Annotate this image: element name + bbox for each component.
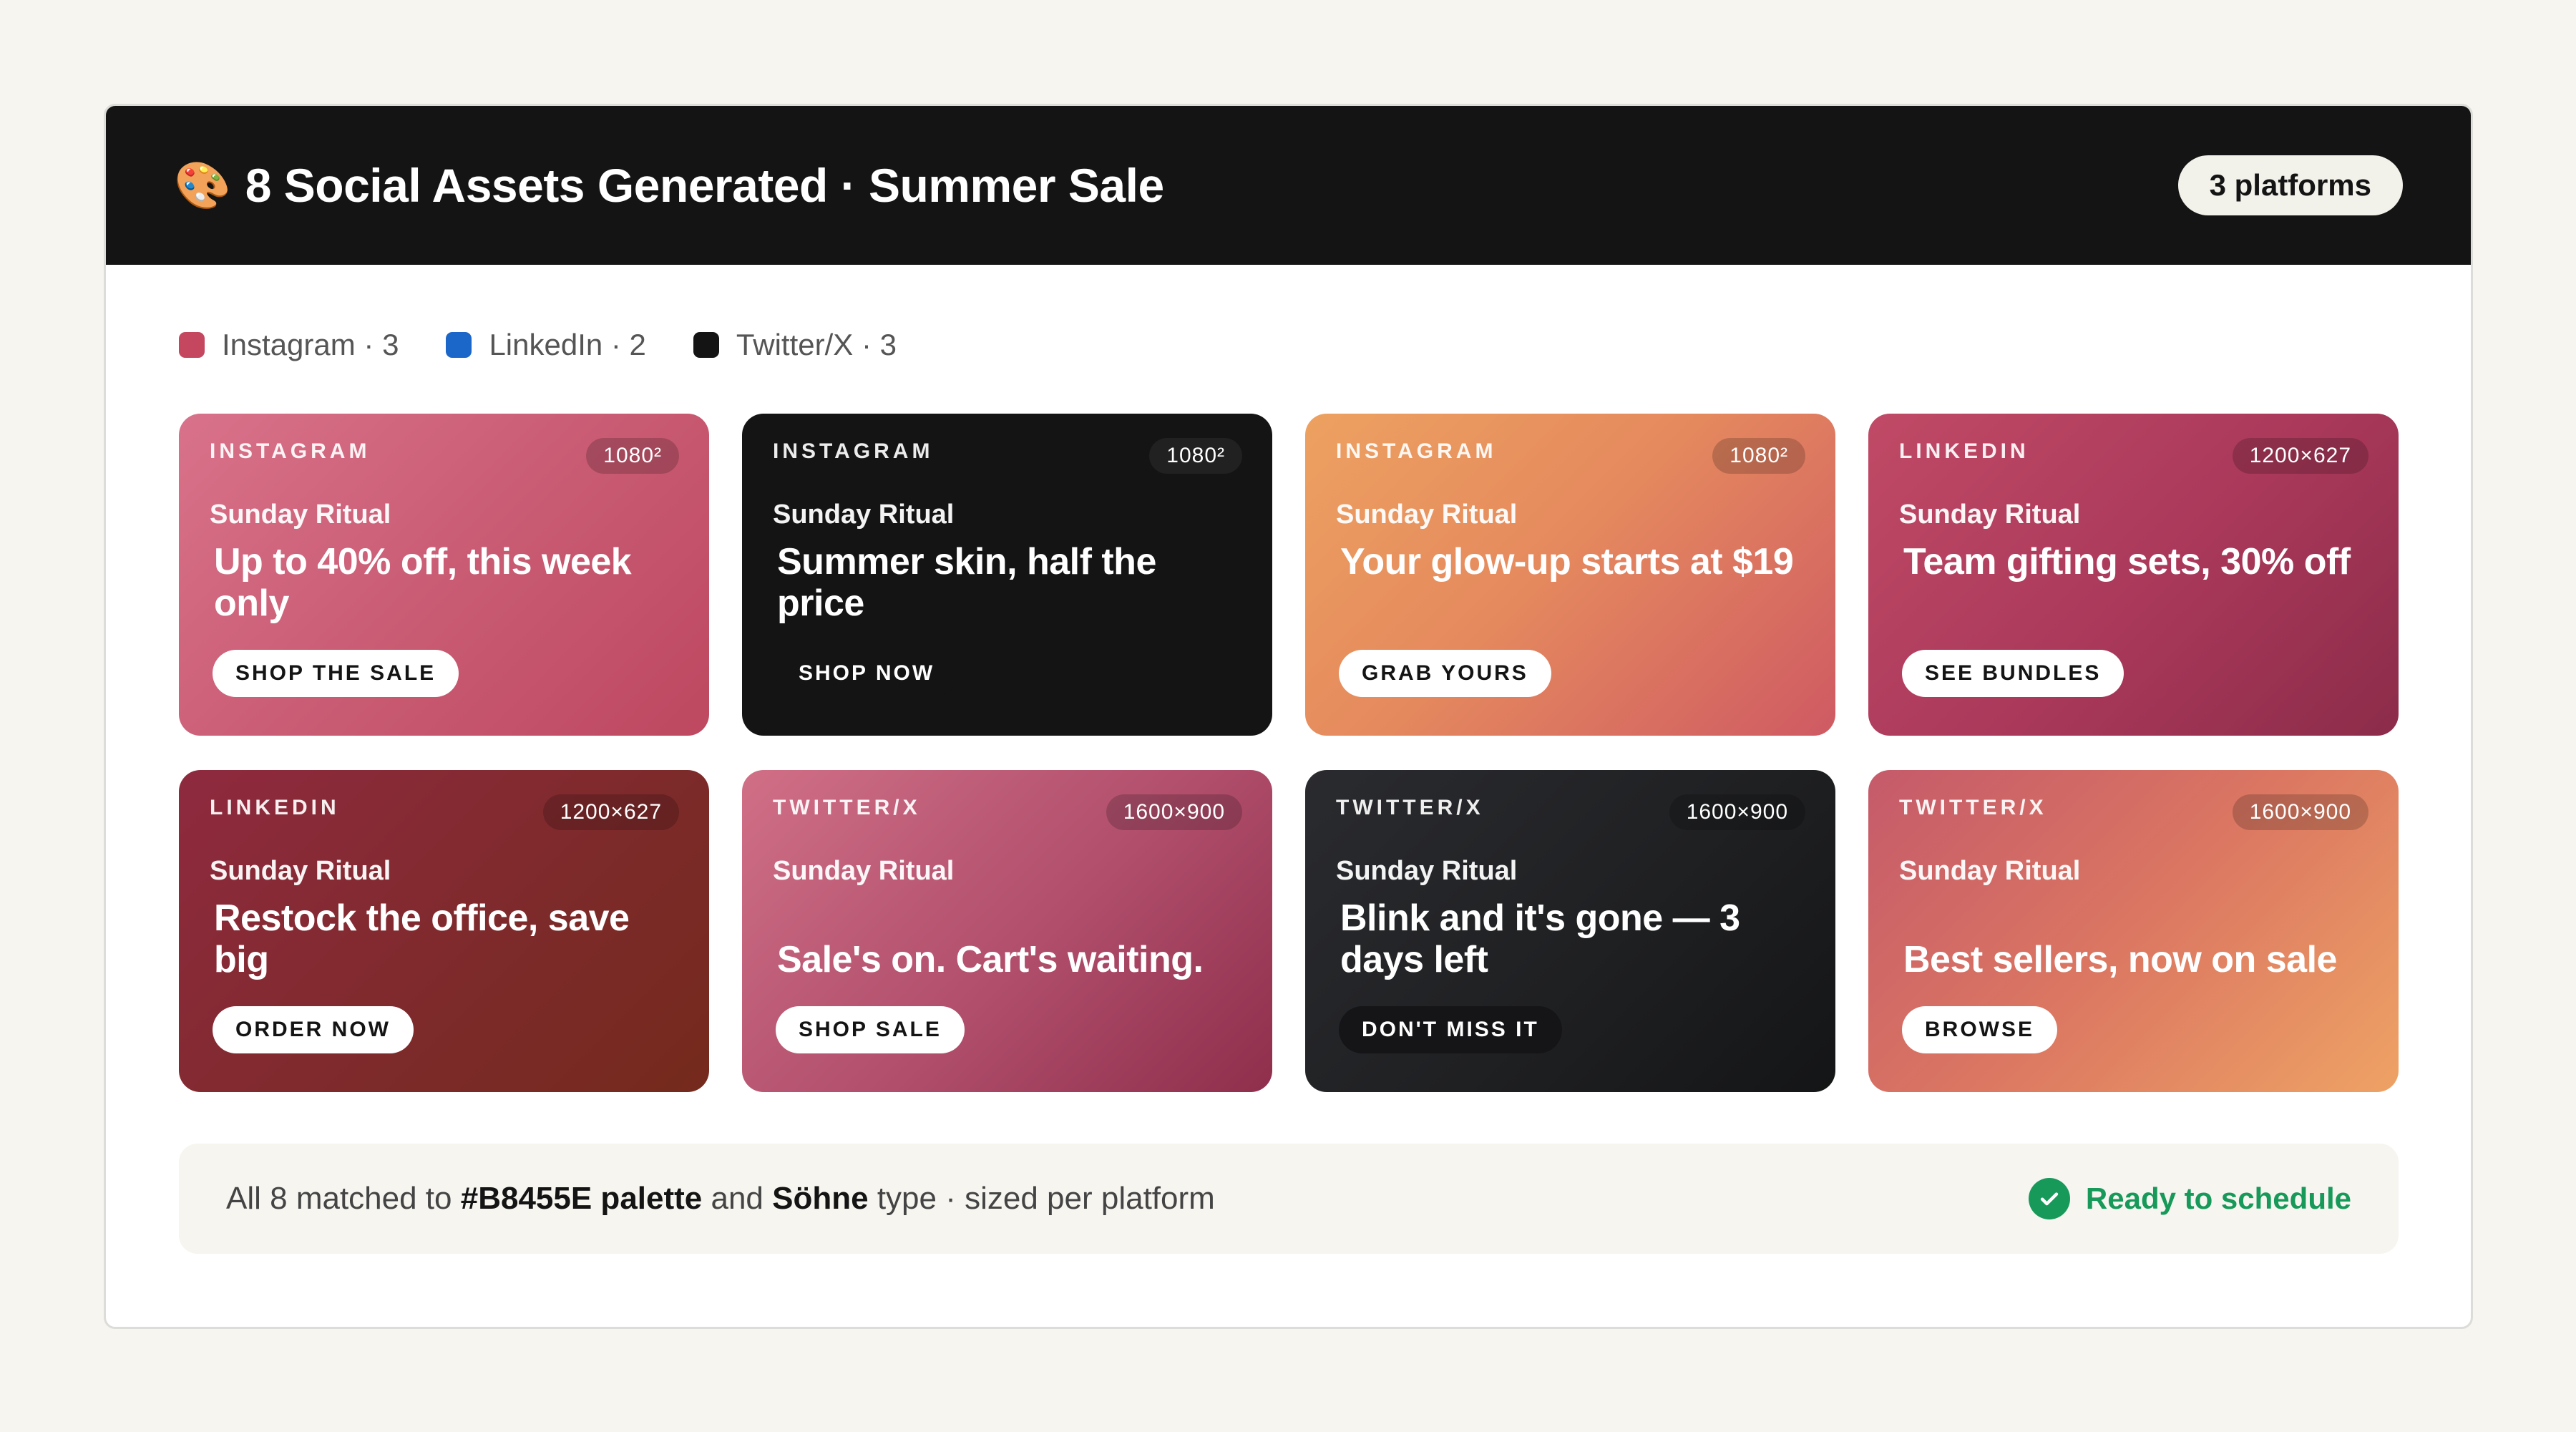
legend-swatch-linkedin (446, 332, 472, 358)
asset-card[interactable]: LINKEDIN 1200×627 Sunday Ritual Restock … (179, 770, 709, 1092)
ready-status-label: Ready to schedule (2085, 1182, 2351, 1215)
card-brand: Sunday Ritual (1336, 856, 1518, 886)
palette-icon: 🎨 (174, 160, 231, 211)
card-size-badge: 1200×627 (542, 794, 679, 830)
card-size-badge: 1600×900 (2232, 794, 2368, 830)
card-cta-button[interactable]: SHOP THE SALE (213, 650, 459, 697)
card-platform: INSTAGRAM (773, 439, 934, 463)
card-cta-button[interactable]: ORDER NOW (213, 1006, 414, 1053)
summary-text: type · sized per platform (868, 1181, 1215, 1216)
legend-swatch-instagram (179, 332, 205, 358)
card-brand: Sunday Ritual (1336, 500, 1518, 530)
card-headline: Best sellers, now on sale (1903, 939, 2337, 980)
asset-card[interactable]: TWITTER/X 1600×900 Sunday Ritual Blink a… (1305, 770, 1835, 1092)
asset-card[interactable]: INSTAGRAM 1080² Sunday Ritual Summer ski… (742, 414, 1272, 736)
card-platform: TWITTER/X (1336, 796, 1484, 819)
card-brand: Sunday Ritual (210, 500, 391, 530)
card-headline: Summer skin, half the price (777, 541, 1156, 624)
card-headline: Blink and it's gone — 3 days left (1340, 897, 1740, 980)
title-group: 🎨 8 Social Assets Generated · Summer Sal… (174, 158, 1164, 213)
asset-card[interactable]: LINKEDIN 1200×627 Sunday Ritual Team gif… (1868, 414, 2399, 736)
legend-label: Twitter/X · 3 (736, 328, 897, 361)
card-headline: Team gifting sets, 30% off (1903, 541, 2351, 583)
legend-item-linkedin: LinkedIn · 2 (446, 328, 646, 362)
summary-bar: All 8 matched to #B8455E palette and Söh… (179, 1144, 2399, 1254)
card-headline: Your glow-up starts at $19 (1340, 541, 1794, 583)
card-brand: Sunday Ritual (773, 500, 955, 530)
summary-text: and (702, 1181, 773, 1216)
card-headline: Restock the office, save big (214, 897, 630, 980)
card-size-badge: 1080² (1149, 438, 1242, 474)
card-cta-button[interactable]: SEE BUNDLES (1902, 650, 2124, 697)
card-headline: Up to 40% off, this week only (214, 541, 632, 624)
legend-item-instagram: Instagram · 3 (179, 328, 399, 362)
check-circle-icon (2028, 1178, 2070, 1219)
legend-label: Instagram · 3 (222, 328, 399, 361)
card-platform: LINKEDIN (210, 796, 340, 819)
card-platform: LINKEDIN (1899, 439, 2029, 463)
card-brand: Sunday Ritual (1899, 500, 2081, 530)
card-size-badge: 1600×900 (1669, 794, 1805, 830)
card-cta-button[interactable]: BROWSE (1902, 1006, 2057, 1053)
asset-grid: INSTAGRAM 1080² Sunday Ritual Up to 40% … (179, 414, 2399, 1092)
card-size-badge: 1200×627 (2232, 438, 2368, 474)
platform-legend: Instagram · 3 LinkedIn · 2 Twitter/X · 3 (179, 328, 897, 362)
card-platform: INSTAGRAM (210, 439, 371, 463)
legend-swatch-twitter (693, 332, 719, 358)
card-platform: TWITTER/X (773, 796, 921, 819)
asset-card[interactable]: TWITTER/X 1600×900 Sunday Ritual Sale's … (742, 770, 1272, 1092)
card-brand: Sunday Ritual (1899, 856, 2081, 886)
summary-note: All 8 matched to #B8455E palette and Söh… (226, 1181, 1215, 1217)
page-title: 8 Social Assets Generated · Summer Sale (245, 159, 1164, 212)
asset-card[interactable]: INSTAGRAM 1080² Sunday Ritual Up to 40% … (179, 414, 709, 736)
asset-card[interactable]: INSTAGRAM 1080² Sunday Ritual Your glow-… (1305, 414, 1835, 736)
card-size-badge: 1080² (586, 438, 679, 474)
summary-palette: #B8455E palette (460, 1181, 703, 1216)
card-size-badge: 1600×900 (1106, 794, 1242, 830)
card-size-badge: 1080² (1712, 438, 1805, 474)
card-brand: Sunday Ritual (773, 856, 955, 886)
legend-label: LinkedIn · 2 (489, 328, 646, 361)
summary-text: All 8 matched to (226, 1181, 461, 1216)
asset-card[interactable]: TWITTER/X 1600×900 Sunday Ritual Best se… (1868, 770, 2399, 1092)
platform-count-badge: 3 platforms (2177, 155, 2403, 215)
summary-typeface: Söhne (772, 1181, 869, 1216)
card-cta-button[interactable]: GRAB YOURS (1339, 650, 1551, 697)
card-headline: Sale's on. Cart's waiting. (777, 939, 1204, 980)
card-cta-button[interactable]: SHOP NOW (776, 650, 958, 697)
panel-header: 🎨 8 Social Assets Generated · Summer Sal… (106, 106, 2471, 265)
legend-item-twitter: Twitter/X · 3 (693, 328, 897, 362)
card-cta-button[interactable]: SHOP SALE (776, 1006, 965, 1053)
card-brand: Sunday Ritual (210, 856, 391, 886)
card-platform: TWITTER/X (1899, 796, 2047, 819)
card-platform: INSTAGRAM (1336, 439, 1497, 463)
ready-status: Ready to schedule (2028, 1178, 2351, 1219)
assets-panel: 🎨 8 Social Assets Generated · Summer Sal… (104, 104, 2473, 1329)
card-cta-button[interactable]: DON'T MISS IT (1339, 1006, 1562, 1053)
